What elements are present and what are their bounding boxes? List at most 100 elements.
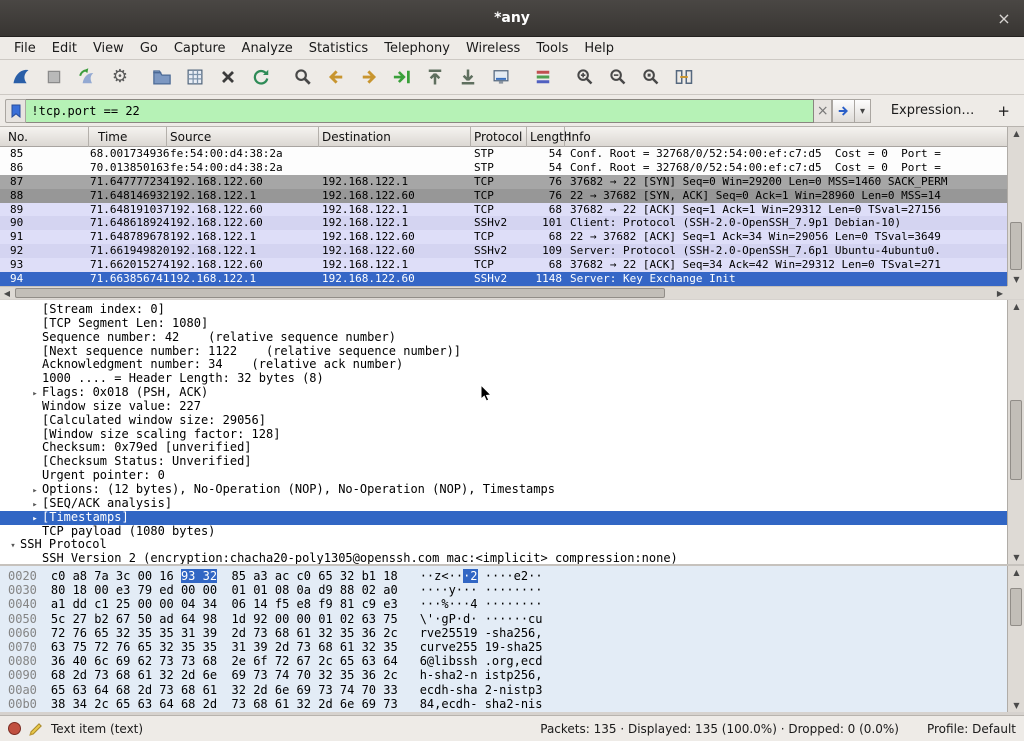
detail-row[interactable]: Sequence number: 42 (relative sequence n… [0, 331, 1007, 345]
expression-button[interactable]: Expression… [883, 99, 983, 122]
packet-row[interactable]: 8670.013850163fe:54:00:d4:38:2aSTP54Conf… [0, 161, 1007, 175]
filter-apply-button[interactable] [832, 99, 855, 123]
bytes-vscrollbar[interactable]: ▲ ▼ [1007, 566, 1024, 712]
packet-row[interactable]: 8771.647777234192.168.122.60192.168.122.… [0, 175, 1007, 189]
scroll-up-arrow[interactable]: ▲ [1008, 127, 1024, 140]
display-filter-input[interactable] [26, 99, 814, 123]
find-packet-button[interactable] [288, 63, 318, 91]
menu-tools[interactable]: Tools [528, 38, 576, 59]
packet-row[interactable]: 8871.648146932192.168.122.1192.168.122.6… [0, 189, 1007, 203]
detail-row[interactable]: [Window size scaling factor: 128] [0, 428, 1007, 442]
column-info[interactable]: Info [568, 130, 591, 144]
menu-edit[interactable]: Edit [44, 38, 85, 59]
save-file-button[interactable] [180, 63, 210, 91]
detail-row[interactable]: Window size value: 227 [0, 400, 1007, 414]
detail-row[interactable]: [Stream index: 0] [0, 303, 1007, 317]
detail-row[interactable]: ▾SSH Protocol [0, 538, 1007, 552]
menu-telephony[interactable]: Telephony [376, 38, 458, 59]
auto-scroll-button[interactable] [486, 63, 516, 91]
hex-row[interactable]: 006072 76 65 32 35 35 31 39 2d 73 68 61 … [8, 626, 1007, 640]
packet-list-vscrollbar[interactable]: ▲ ▼ [1007, 127, 1024, 286]
close-file-button[interactable] [213, 63, 243, 91]
column-no[interactable]: No. [8, 130, 28, 144]
detail-row[interactable]: ▸[SEQ/ACK analysis] [0, 497, 1007, 511]
zoom-out-button[interactable] [603, 63, 633, 91]
pencil-icon[interactable] [28, 721, 44, 737]
detail-row[interactable]: Urgent pointer: 0 [0, 469, 1007, 483]
open-file-button[interactable] [147, 63, 177, 91]
detail-row[interactable]: Acknowledgment number: 34 (relative ack … [0, 358, 1007, 372]
filter-dropdown-button[interactable]: ▾ [855, 99, 871, 123]
packet-row[interactable]: 9071.648618924192.168.122.60192.168.122.… [0, 216, 1007, 230]
detail-vscrollbar[interactable]: ▲ ▼ [1007, 300, 1024, 564]
packet-row-selected[interactable]: 9471.663856741192.168.122.1192.168.122.6… [0, 272, 1007, 286]
scroll-thumb[interactable] [1010, 400, 1022, 480]
menu-help[interactable]: Help [576, 38, 622, 59]
hex-row[interactable]: 00a065 63 64 68 2d 73 68 61 32 2d 6e 69 … [8, 683, 1007, 697]
column-destination[interactable]: Destination [322, 130, 391, 144]
scroll-down-arrow[interactable]: ▼ [1008, 699, 1024, 712]
hex-row[interactable]: 00505c 27 b2 67 50 ad 64 98 1d 92 00 00 … [8, 612, 1007, 626]
menu-analyze[interactable]: Analyze [234, 38, 301, 59]
packet-row[interactable]: 8971.648191037192.168.122.60192.168.122.… [0, 203, 1007, 217]
hex-row[interactable]: 009068 2d 73 68 61 32 2d 6e 69 73 74 70 … [8, 668, 1007, 682]
detail-row[interactable]: 1000 .... = Header Length: 32 bytes (8) [0, 372, 1007, 386]
menu-statistics[interactable]: Statistics [301, 38, 376, 59]
scroll-up-arrow[interactable]: ▲ [1008, 300, 1024, 313]
scroll-thumb[interactable] [15, 288, 665, 298]
filter-clear-button[interactable]: × [814, 99, 831, 123]
add-filter-button[interactable]: + [988, 100, 1019, 122]
detail-row[interactable]: SSH Version 2 (encryption:chacha20-poly1… [0, 552, 1007, 564]
go-first-packet-button[interactable] [420, 63, 450, 91]
hex-row[interactable]: 003080 18 00 e3 79 ed 00 00 01 01 08 0a … [8, 583, 1007, 597]
detail-row-selected[interactable]: ▸[Timestamps] [0, 511, 1007, 525]
scroll-down-arrow[interactable]: ▼ [1008, 551, 1024, 564]
detail-row[interactable]: TCP payload (1080 bytes) [0, 525, 1007, 539]
close-window-button[interactable]: × [994, 9, 1014, 29]
detail-row[interactable]: [Calculated window size: 29056] [0, 414, 1007, 428]
scroll-thumb[interactable] [1010, 588, 1022, 626]
detail-row[interactable]: ▸Flags: 0x018 (PSH, ACK) [0, 386, 1007, 400]
packet-row[interactable]: 9171.648789678192.168.122.1192.168.122.6… [0, 230, 1007, 244]
detail-row[interactable]: [TCP Segment Len: 1080] [0, 317, 1007, 331]
menu-go[interactable]: Go [132, 38, 166, 59]
go-back-button[interactable] [321, 63, 351, 91]
column-length[interactable]: Length [530, 130, 571, 144]
menu-capture[interactable]: Capture [166, 38, 234, 59]
hex-row[interactable]: 007063 75 72 76 65 32 35 35 31 39 2d 73 … [8, 640, 1007, 654]
detail-row[interactable]: ▸Options: (12 bytes), No-Operation (NOP)… [0, 483, 1007, 497]
filter-bookmark-button[interactable] [5, 99, 26, 123]
menu-file[interactable]: File [6, 38, 44, 59]
scroll-down-arrow[interactable]: ▼ [1008, 273, 1024, 286]
column-source[interactable]: Source [170, 130, 211, 144]
packet-row[interactable]: 9371.662015274192.168.122.60192.168.122.… [0, 258, 1007, 272]
hex-row[interactable]: 0020c0 a8 7a 3c 00 16 93 32 85 a3 ac c0 … [8, 569, 1007, 583]
capture-options-button[interactable]: ⚙ [105, 63, 135, 91]
hex-row[interactable]: 0040a1 dd c1 25 00 00 04 34 06 14 f5 e8 … [8, 597, 1007, 611]
packet-row[interactable]: 9271.661949820192.168.122.1192.168.122.6… [0, 244, 1007, 258]
colorize-button[interactable] [528, 63, 558, 91]
column-protocol[interactable]: Protocol [474, 130, 522, 144]
menu-wireless[interactable]: Wireless [458, 38, 528, 59]
column-time[interactable]: Time [98, 130, 127, 144]
hex-row[interactable]: 008036 40 6c 69 62 73 73 68 2e 6f 72 67 … [8, 654, 1007, 668]
scroll-left-arrow[interactable]: ◀ [0, 287, 14, 300]
resize-columns-button[interactable] [669, 63, 699, 91]
menu-view[interactable]: View [85, 38, 132, 59]
reload-button[interactable] [246, 63, 276, 91]
scroll-up-arrow[interactable]: ▲ [1008, 566, 1024, 579]
packet-row[interactable]: 8568.001734936fe:54:00:d4:38:2aSTP54Conf… [0, 147, 1007, 161]
go-last-packet-button[interactable] [453, 63, 483, 91]
start-capture-button[interactable] [6, 63, 36, 91]
expert-info-icon[interactable] [8, 722, 21, 735]
detail-row[interactable]: [Next sequence number: 1122 (relative se… [0, 345, 1007, 359]
detail-row[interactable]: Checksum: 0x79ed [unverified] [0, 441, 1007, 455]
packet-list-hscrollbar[interactable]: ◀ ▶ [0, 286, 1007, 299]
detail-row[interactable]: [Checksum Status: Unverified] [0, 455, 1007, 469]
go-to-packet-button[interactable] [387, 63, 417, 91]
hex-row[interactable]: 00b038 34 2c 65 63 64 68 2d 73 68 61 32 … [8, 697, 1007, 711]
restart-capture-button[interactable] [72, 63, 102, 91]
scroll-right-arrow[interactable]: ▶ [993, 287, 1007, 300]
go-forward-button[interactable] [354, 63, 384, 91]
scroll-thumb[interactable] [1010, 222, 1022, 270]
